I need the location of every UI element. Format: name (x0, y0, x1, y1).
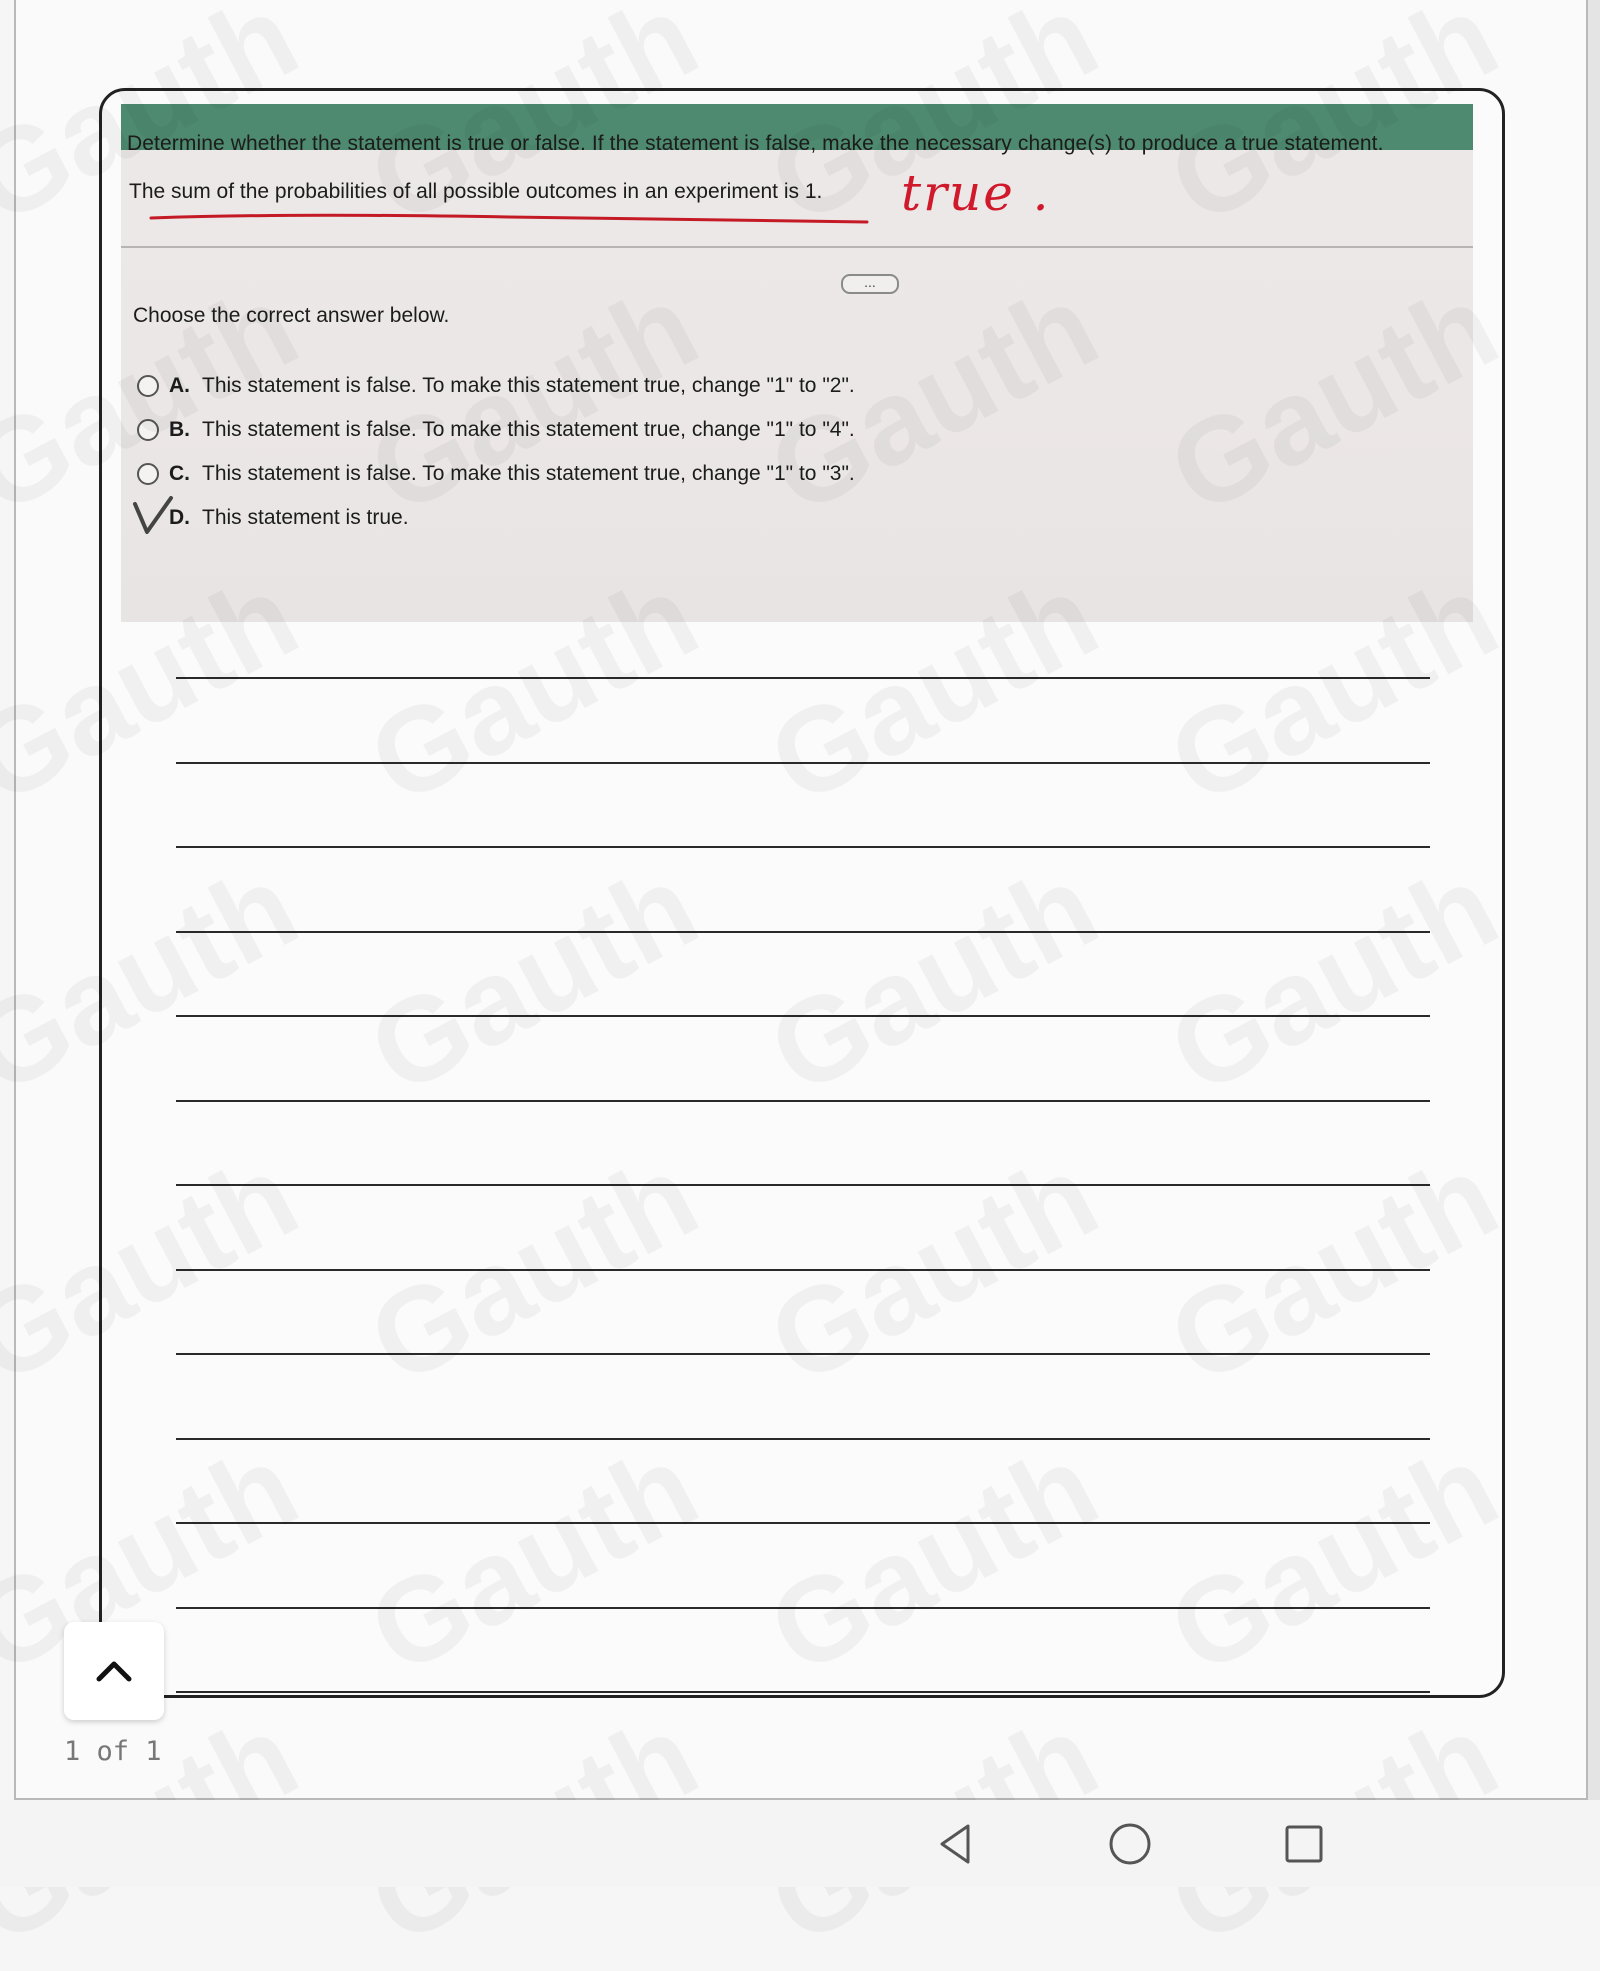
ruled-line (176, 1184, 1430, 1186)
scroll-up-button[interactable] (64, 1622, 164, 1720)
system-navigation-bar (0, 1800, 1600, 1887)
option-d-text: This statement is true. (202, 506, 409, 529)
more-button[interactable]: ... (841, 274, 899, 294)
handwritten-underline (149, 213, 869, 224)
circle-home-icon[interactable] (1106, 1820, 1154, 1868)
option-d[interactable]: D. This statement is true. (133, 496, 855, 540)
triangle-back-icon[interactable] (932, 1820, 980, 1868)
ruled-line (176, 930, 1430, 933)
handwritten-check-icon (133, 496, 173, 534)
ruled-line (176, 1691, 1430, 1693)
option-c-letter: C. (169, 462, 190, 485)
page-counter: 1 of 1 (64, 1736, 162, 1767)
question-divider (121, 246, 1473, 248)
ruled-line (176, 1522, 1430, 1524)
right-edge-strip (1588, 0, 1600, 1800)
ruled-line (176, 846, 1430, 848)
ruled-line (176, 1437, 1430, 1440)
chevron-up-icon (96, 1661, 132, 1682)
square-recents-icon[interactable] (1280, 1820, 1328, 1868)
